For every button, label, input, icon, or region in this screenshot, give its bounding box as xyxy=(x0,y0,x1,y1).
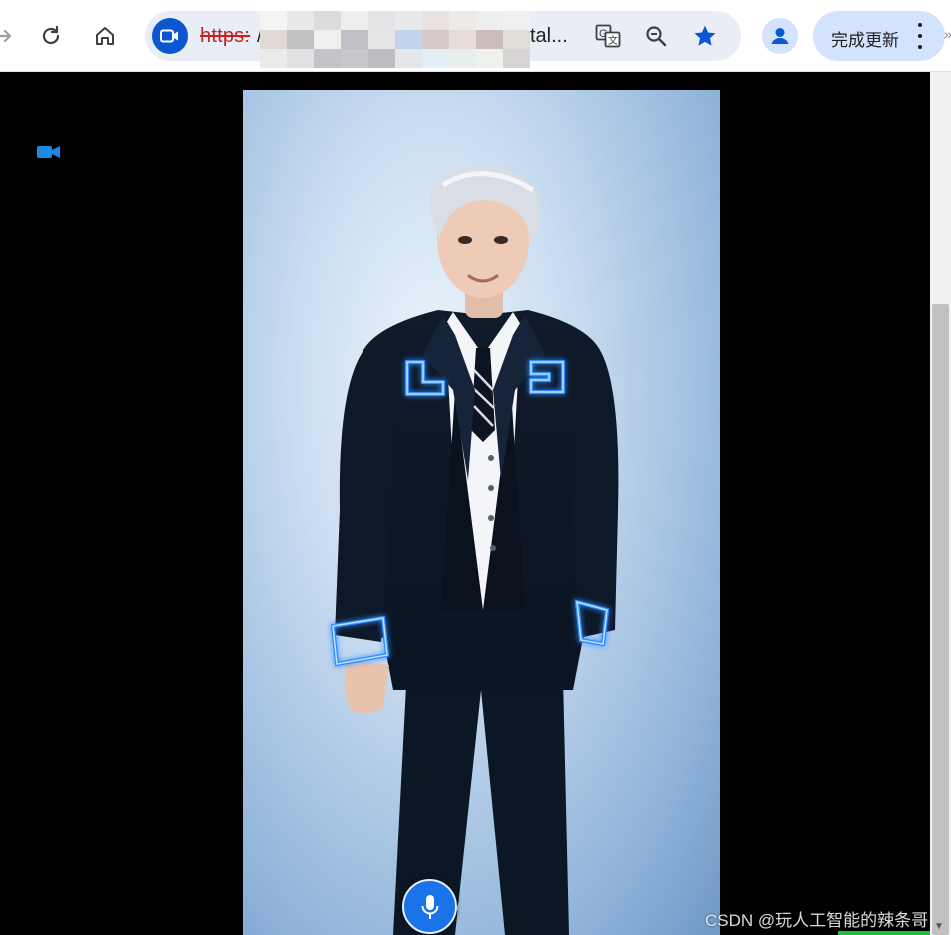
site-info-button[interactable] xyxy=(152,18,188,54)
video-camera-icon xyxy=(37,146,60,158)
url-scheme: https: xyxy=(200,25,251,47)
browser-toolbar: https: / tal... G文 完成更新 » xyxy=(0,0,951,72)
microphone-icon xyxy=(421,894,438,919)
address-bar[interactable]: https: / tal... G文 xyxy=(145,11,741,68)
star-icon xyxy=(694,25,716,46)
overflow-chevron-icon[interactable]: » xyxy=(944,26,951,42)
digital-human-video xyxy=(243,90,720,935)
forward-arrow-icon xyxy=(0,29,12,43)
profile-icon xyxy=(771,28,789,44)
more-vert-icon xyxy=(913,23,927,49)
reload-icon xyxy=(42,25,60,45)
digital-human-avatar xyxy=(330,167,619,935)
svg-text:文: 文 xyxy=(608,34,618,47)
translate-icon: G文 xyxy=(595,24,621,48)
scrollbar-thumb[interactable] xyxy=(932,304,949,935)
translate-button[interactable]: G文 xyxy=(592,20,624,52)
microphone-button[interactable] xyxy=(402,879,457,934)
home-button[interactable] xyxy=(87,18,123,54)
bookmark-button[interactable] xyxy=(689,20,721,52)
url-redacted-mosaic xyxy=(260,11,530,69)
home-icon xyxy=(96,27,114,45)
update-button[interactable]: 完成更新 xyxy=(813,11,945,61)
camera-indicator xyxy=(37,145,61,164)
mic-divider: / xyxy=(456,898,461,915)
csdn-watermark: CSDN @玩人工智能的辣条哥 xyxy=(705,911,929,930)
zoom-button[interactable] xyxy=(640,20,672,52)
url-tail: tal... xyxy=(530,25,568,47)
zoom-out-icon xyxy=(646,26,667,47)
scroll-down-arrow-icon[interactable]: ▼ xyxy=(934,921,944,932)
forward-button[interactable] xyxy=(0,18,22,54)
status-indicator-bar xyxy=(838,931,930,935)
vertical-scrollbar[interactable]: ▼ xyxy=(930,72,951,935)
reload-button[interactable] xyxy=(33,18,69,54)
update-button-label: 完成更新 xyxy=(831,31,899,50)
profile-button[interactable] xyxy=(762,18,798,54)
video-camera-icon xyxy=(160,29,178,43)
page-viewport: / ▼ CSDN @玩人工智能的辣条哥 xyxy=(0,72,951,935)
